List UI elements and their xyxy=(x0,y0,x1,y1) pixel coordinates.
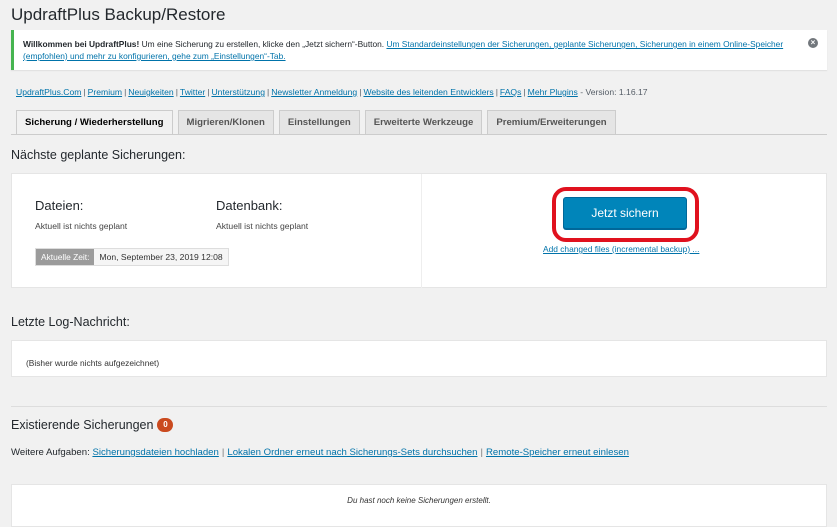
link-twitter[interactable]: Twitter xyxy=(180,87,205,97)
scheduled-heading: Nächste geplante Sicherungen: xyxy=(11,148,186,162)
tab-backup-restore[interactable]: Sicherung / Wiederherstellung xyxy=(16,110,173,135)
nav-tabs: Sicherung / Wiederherstellung Migrieren/… xyxy=(16,110,616,135)
incremental-backup-link[interactable]: Add changed files (incremental backup) .… xyxy=(543,244,699,254)
tab-settings[interactable]: Einstellungen xyxy=(278,110,360,134)
files-status: Aktuell ist nichts geplant xyxy=(35,221,128,231)
link-updraftplus-com[interactable]: UpdraftPlus.Com xyxy=(16,87,81,97)
link-newsletter[interactable]: Newsletter Anmeldung xyxy=(271,87,357,97)
link-more-plugins[interactable]: Mehr Plugins xyxy=(528,87,578,97)
section-divider xyxy=(11,406,827,407)
backup-count-badge: 0 xyxy=(157,418,174,432)
welcome-notice: Willkommen bei UpdraftPlus! Um eine Sich… xyxy=(11,30,827,70)
notice-welcome: Willkommen bei UpdraftPlus! xyxy=(23,39,140,49)
more-tasks-label: Weitere Aufgaben: xyxy=(11,447,90,458)
more-tasks: Weitere Aufgaben: Sicherungsdateien hoch… xyxy=(11,447,629,458)
current-time: Aktuelle Zeit: Mon, September 23, 2019 1… xyxy=(35,248,229,266)
no-backups-message: Du hast noch keine Sicherungen erstellt. xyxy=(347,496,491,505)
close-icon[interactable]: × xyxy=(808,38,818,48)
tabs-underline xyxy=(11,134,827,135)
plugin-links: UpdraftPlus.Com | Premium | Neuigkeiten | Twit… xyxy=(16,87,648,97)
log-heading: Letzte Log-Nachricht: xyxy=(11,315,130,329)
link-separator: | xyxy=(124,87,127,97)
notice-text: Um eine Sicherung zu erstellen, klicke d… xyxy=(141,39,385,49)
task-separator: | xyxy=(221,447,225,458)
database-status: Aktuell ist nichts geplant xyxy=(216,221,309,231)
link-separator: | xyxy=(175,87,178,97)
backup-now-button[interactable]: Jetzt sichern xyxy=(563,197,687,229)
link-separator: | xyxy=(83,87,86,97)
log-message: (Bisher wurde nichts aufgezeichnet) xyxy=(26,358,160,368)
link-separator: | xyxy=(359,87,362,97)
log-panel: (Bisher wurde nichts aufgezeichnet) xyxy=(11,340,827,377)
link-separator: | xyxy=(495,87,498,97)
link-faqs[interactable]: FAQs xyxy=(500,87,522,97)
existing-backups-panel: Du hast noch keine Sicherungen erstellt. xyxy=(11,484,827,527)
link-premium[interactable]: Premium xyxy=(88,87,122,97)
link-news[interactable]: Neuigkeiten xyxy=(128,87,173,97)
version-text: - Version: 1.16.17 xyxy=(580,87,648,97)
scheduled-backups-panel: Dateien: Aktuell ist nichts geplant Date… xyxy=(11,173,827,288)
current-time-label: Aktuelle Zeit: xyxy=(36,249,95,265)
existing-backups-title: Existierende Sicherungen xyxy=(11,418,154,432)
rescan-local-folder-link[interactable]: Lokalen Ordner erneut nach Sicherungs-Se… xyxy=(227,447,477,458)
tab-premium-extensions[interactable]: Premium/Erweiterungen xyxy=(487,110,616,134)
link-separator: | xyxy=(266,87,270,97)
backup-now-area: Jetzt sichern Add changed files (increme… xyxy=(422,174,827,287)
current-time-value: Mon, September 23, 2019 12:08 xyxy=(99,252,223,262)
upload-backup-files-link[interactable]: Sicherungsdateien hochladen xyxy=(92,447,218,458)
link-separator: | xyxy=(523,87,526,97)
task-separator: | xyxy=(480,447,483,458)
link-developer-site[interactable]: Website des leitenden Entwicklers xyxy=(363,87,493,97)
rescan-remote-storage-link[interactable]: Remote-Speicher erneut einlesen xyxy=(486,447,629,458)
tab-migrate-clone[interactable]: Migrieren/Klonen xyxy=(177,110,274,134)
files-label: Dateien: xyxy=(35,198,84,213)
tab-advanced-tools[interactable]: Erweiterte Werkzeuge xyxy=(364,110,483,134)
link-support[interactable]: Unterstützung xyxy=(211,87,265,97)
page-title: UpdraftPlus Backup/Restore xyxy=(11,5,226,24)
link-separator: | xyxy=(207,87,210,97)
database-label: Datenbank: xyxy=(216,198,283,213)
existing-backups-heading: Existierende Sicherungen 0 xyxy=(11,418,174,432)
